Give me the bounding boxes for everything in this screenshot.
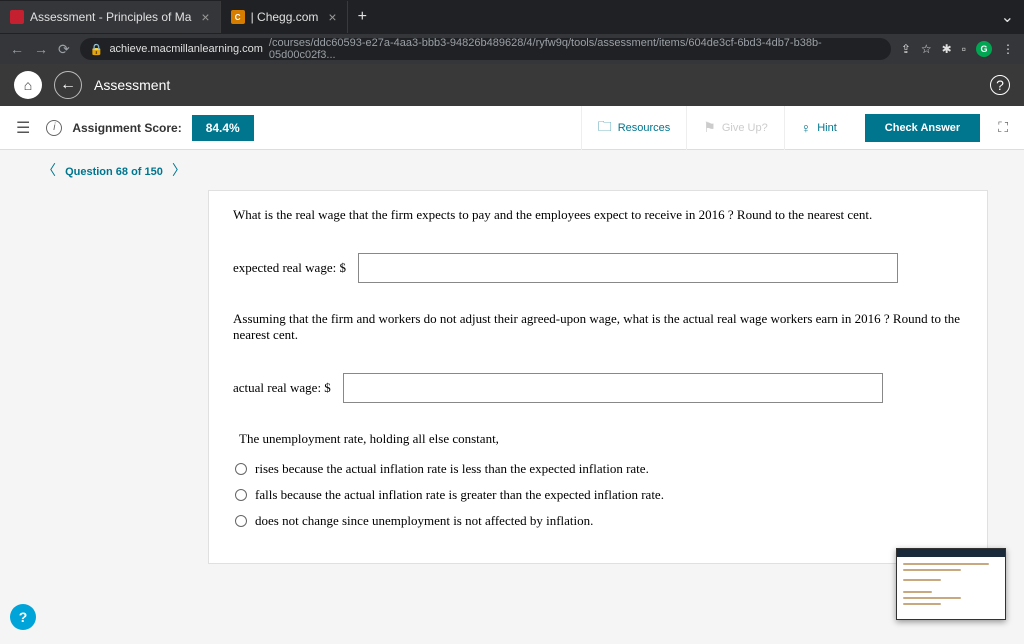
help-icon[interactable]: ? — [990, 75, 1010, 95]
forward-button[interactable]: → — [34, 41, 48, 57]
thumbnail-content — [897, 557, 1005, 615]
back-circle-button[interactable]: ← — [54, 71, 82, 99]
page-thumbnail[interactable] — [896, 548, 1006, 620]
home-icon[interactable]: ⌂ — [14, 71, 42, 99]
question-counter: Question 68 of 150 — [65, 166, 163, 178]
question-prompt-2: Assuming that the firm and workers do no… — [233, 311, 963, 343]
radio-icon — [235, 463, 247, 475]
address-bar-row: ← → ⟳ 🔒 achieve.macmillanlearning.com /c… — [0, 34, 1024, 64]
giveup-label: Give Up? — [722, 122, 768, 134]
hint-button[interactable]: ♀ Hint — [784, 106, 853, 150]
radio-option-3[interactable]: does not change since unemployment is no… — [233, 513, 963, 529]
score-bar: ☰ i Assignment Score: 84.4% 🗀 Resources … — [0, 106, 1024, 150]
url-path: /courses/ddc60593-e27a-4aa3-bbb3-94826b4… — [269, 37, 881, 61]
menu-icon[interactable]: ⋮ — [1002, 42, 1014, 56]
favicon-icon: C — [231, 10, 245, 24]
radio-option-2[interactable]: falls because the actual inflation rate … — [233, 487, 963, 503]
next-question-button[interactable]: 〉 — [166, 162, 192, 178]
tab-assessment[interactable]: Assessment - Principles of Ma × — [0, 1, 221, 33]
score-label: Assignment Score: — [72, 121, 181, 135]
question-card: What is the real wage that the firm expe… — [208, 190, 988, 564]
tab-label: Assessment - Principles of Ma — [30, 10, 191, 24]
radio-label: rises because the actual inflation rate … — [255, 461, 649, 477]
browser-tab-strip: Assessment - Principles of Ma × C | Cheg… — [0, 0, 1024, 34]
tab-overflow-icon[interactable]: ⌄ — [1001, 7, 1024, 27]
giveup-button: ⚑ Give Up? — [686, 106, 783, 150]
check-answer-button[interactable]: Check Answer — [865, 114, 980, 142]
thumbnail-header — [897, 549, 1005, 557]
question-prompt-1: What is the real wage that the firm expe… — [233, 207, 963, 223]
actual-wage-label: actual real wage: $ — [233, 380, 331, 396]
radio-icon — [235, 515, 247, 527]
lock-icon: 🔒 — [90, 43, 104, 56]
page-title: Assessment — [94, 77, 170, 93]
main-area: What is the real wage that the firm expe… — [0, 190, 1024, 644]
folder-icon: 🗀 — [598, 116, 612, 140]
question-prompt-3: The unemployment rate, holding all else … — [233, 431, 963, 447]
share-icon[interactable]: ⇪ — [901, 42, 911, 56]
back-button[interactable]: ← — [10, 41, 24, 57]
radio-label: falls because the actual inflation rate … — [255, 487, 664, 503]
toolbar-icons: ⇪ ☆ ✱ ▫ G ⋮ — [901, 41, 1014, 57]
resources-label: Resources — [618, 122, 671, 134]
close-icon[interactable]: × — [328, 9, 336, 25]
reload-button[interactable]: ⟳ — [58, 41, 70, 58]
url-host: achieve.macmillanlearning.com — [109, 43, 262, 55]
help-bubble-button[interactable]: ? — [10, 604, 36, 630]
new-tab-button[interactable]: + — [348, 8, 377, 26]
bulb-icon: ♀ — [801, 120, 812, 136]
flag-icon: ⚑ — [703, 119, 716, 136]
app-header: ⌂ ← Assessment ? — [0, 64, 1024, 106]
puzzle-icon[interactable]: ✱ — [942, 42, 952, 56]
favicon-icon — [10, 10, 24, 24]
hint-label: Hint — [817, 122, 837, 134]
prev-question-button[interactable]: 〈 — [36, 162, 62, 178]
expected-wage-input[interactable] — [358, 253, 898, 283]
extension-icon[interactable]: G — [976, 41, 992, 57]
url-bar[interactable]: 🔒 achieve.macmillanlearning.com /courses… — [80, 38, 891, 60]
score-value: 84.4% — [192, 115, 254, 141]
score-actions: 🗀 Resources ⚑ Give Up? ♀ Hint Check Answ… — [581, 106, 1014, 150]
input-row-actual: actual real wage: $ — [233, 373, 963, 403]
device-icon[interactable]: ▫ — [962, 42, 966, 56]
close-icon[interactable]: × — [201, 9, 209, 25]
tab-chegg[interactable]: C | Chegg.com × — [221, 1, 348, 33]
tab-label: | Chegg.com — [251, 10, 319, 24]
list-icon[interactable]: ☰ — [10, 118, 36, 138]
question-nav: 〈 Question 68 of 150 〉 — [0, 150, 1024, 190]
radio-label: does not change since unemployment is no… — [255, 513, 593, 529]
info-icon[interactable]: i — [46, 120, 62, 136]
star-icon[interactable]: ☆ — [921, 42, 932, 56]
radio-option-1[interactable]: rises because the actual inflation rate … — [233, 461, 963, 477]
radio-icon — [235, 489, 247, 501]
resources-button[interactable]: 🗀 Resources — [581, 106, 687, 150]
actual-wage-input[interactable] — [343, 373, 883, 403]
fullscreen-icon[interactable]: ⛶ — [992, 119, 1014, 136]
expected-wage-label: expected real wage: $ — [233, 260, 346, 276]
input-row-expected: expected real wage: $ — [233, 253, 963, 283]
